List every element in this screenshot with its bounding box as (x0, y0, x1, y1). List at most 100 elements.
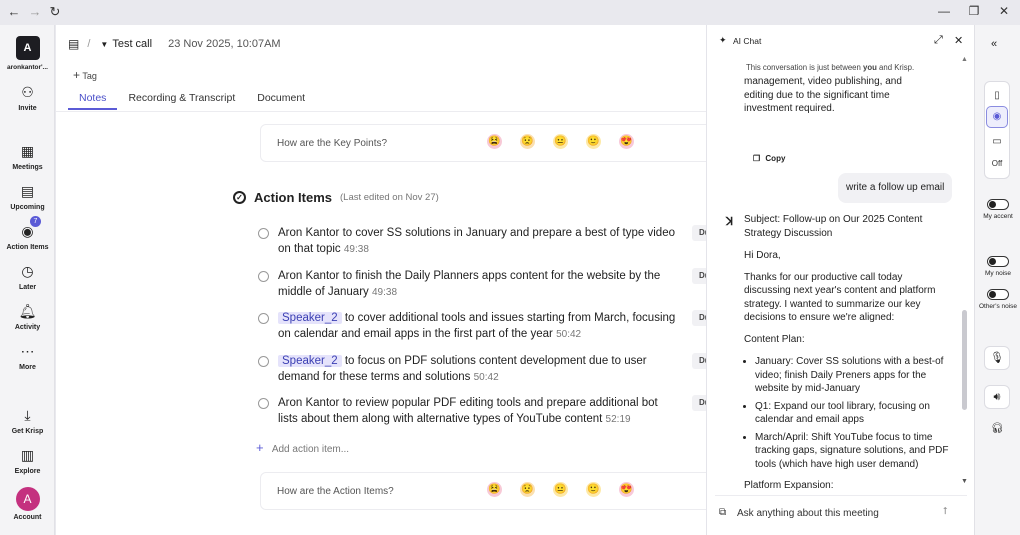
ai-chat-panel: ✦ AI Chat ⤢ ✕ management, video publishi… (706, 25, 974, 535)
meetings-list-icon[interactable]: ▤ (68, 37, 79, 51)
due-date-button[interactable]: Du (692, 268, 706, 284)
due-date-button[interactable]: Du (692, 310, 706, 326)
rating-good-emoji-icon[interactable]: 🙂 (586, 482, 601, 497)
copy-label: Copy (765, 154, 786, 163)
my-noise-toggle[interactable]: My noise (975, 256, 1020, 278)
rating-good-emoji-icon[interactable]: 🙂 (586, 134, 601, 149)
scroll-down-icon[interactable]: ▼ (961, 478, 968, 485)
toggle-switch[interactable] (987, 256, 1009, 267)
rating-bad-emoji-icon[interactable]: 😟 (520, 482, 535, 497)
timestamp[interactable]: 52:19 (606, 414, 631, 425)
rating-love-emoji-icon[interactable]: 😍 (619, 482, 634, 497)
meeting-title[interactable]: Test call (112, 38, 152, 50)
avatar: A (15, 487, 40, 511)
check-circle-icon: ◉ (21, 223, 34, 239)
video-icon[interactable]: ▭ (985, 136, 1009, 147)
minimize-icon[interactable]: — (936, 4, 952, 18)
notes-icon[interactable]: ▯ (985, 90, 1009, 101)
toggle-label: My accent (983, 213, 1013, 220)
sidebar-item-label: More (19, 364, 36, 371)
toggle-knob (989, 258, 996, 265)
copy-button[interactable]: ❐ Copy (753, 154, 785, 163)
tab-notes[interactable]: Notes (68, 90, 118, 110)
speaker-tag[interactable]: Speaker_2 (278, 312, 342, 324)
rating-very-bad-emoji-icon[interactable]: 😫 (487, 134, 502, 149)
back-arrow-icon[interactable]: ← (6, 4, 22, 19)
rating-neutral-emoji-icon[interactable]: 😐 (553, 134, 568, 149)
sidebar-item-get-krisp[interactable]: ⤓ Get Krisp (0, 406, 55, 435)
chat-scrollbar[interactable]: ▲ ▼ (960, 55, 969, 495)
toggle-switch[interactable] (987, 199, 1009, 210)
forward-arrow-icon[interactable]: → (27, 4, 43, 19)
due-date-button[interactable]: Du (692, 225, 706, 241)
due-date-button[interactable]: Du (692, 353, 706, 369)
action-item-checkbox[interactable] (258, 228, 269, 239)
off-label[interactable]: Off (985, 159, 1009, 168)
collapse-panel-icon[interactable]: « (991, 38, 997, 50)
add-action-item-button[interactable]: + Add action item... (256, 440, 349, 455)
sidebar-item-action-items[interactable]: ◉ 7 Action Items (0, 216, 55, 251)
rating-love-emoji-icon[interactable]: 😍 (619, 134, 634, 149)
rating-neutral-emoji-icon[interactable]: 😐 (553, 482, 568, 497)
tag-label: Tag (82, 71, 97, 81)
action-item-checkbox[interactable] (258, 271, 269, 282)
expand-icon[interactable]: ⤢ (934, 34, 943, 47)
due-date-button[interactable]: Du (692, 395, 706, 411)
restore-icon[interactable]: ❐ (966, 4, 982, 18)
action-item-text[interactable]: Aron Kantor to review popular PDF editin… (278, 395, 676, 428)
privacy-notice: This conversation is just between you an… (744, 63, 917, 72)
action-item-text[interactable]: Aron Kantor to cover SS solutions in Jan… (278, 225, 676, 258)
account-switcher[interactable]: A aronkantor'... (0, 36, 55, 71)
action-item-text[interactable]: Speaker_2 to cover additional tools and … (278, 310, 676, 343)
sidebar-item-invite[interactable]: ⚇ Invite (0, 83, 55, 112)
rating-bad-emoji-icon[interactable]: 😟 (520, 134, 535, 149)
chat-messages[interactable]: management, video publishing, and editin… (707, 55, 967, 495)
action-item-checkbox[interactable] (258, 313, 269, 324)
sidebar-item-activity[interactable]: 🔔︎ Activity (0, 302, 55, 331)
others-noise-toggle[interactable]: Other's noise (975, 289, 1020, 311)
last-edited-note: (Last edited on Nov 27) (340, 192, 439, 203)
email-body: Thanks for our productive call today dis… (744, 271, 936, 324)
sidebar-item-meetings[interactable]: ▦ Meetings (0, 142, 55, 171)
microphone-button[interactable]: 🎙︎ (984, 346, 1010, 370)
my-accent-toggle[interactable]: My accent (975, 199, 1020, 221)
scrollbar-thumb[interactable] (962, 310, 967, 410)
sidebar-item-upcoming[interactable]: ▤ Upcoming (0, 182, 55, 211)
add-tag-button[interactable]: + Tag (73, 68, 97, 82)
rating-very-bad-emoji-icon[interactable]: 😫 (487, 482, 502, 497)
timestamp[interactable]: 50:42 (474, 372, 499, 383)
action-item-text[interactable]: Speaker_2 to focus on PDF solutions cont… (278, 353, 676, 386)
headphones-icon[interactable]: 🎧︎ (991, 423, 1004, 434)
sidebar-item-account[interactable]: A Account (0, 487, 55, 521)
action-item-checkbox[interactable] (258, 398, 269, 409)
sidebar-item-later[interactable]: ◷ Later (0, 262, 55, 291)
close-icon[interactable]: ✕ (996, 4, 1012, 18)
timestamp[interactable]: 49:38 (344, 244, 369, 255)
action-items-feedback: How are the Action Items? 😫 😟 😐 🙂 😍 (260, 472, 706, 510)
add-action-item-label: Add action item... (271, 444, 350, 455)
send-icon[interactable]: ⭡ (943, 506, 948, 517)
record-audio-icon[interactable]: ◉ (986, 106, 1008, 128)
close-icon[interactable]: ✕ (954, 34, 963, 47)
reload-icon[interactable]: ↻ (47, 4, 63, 20)
scroll-up-icon[interactable]: ▲ (961, 56, 968, 63)
invite-user-icon: ⚇ (21, 84, 34, 100)
speaker-button[interactable]: 🔊︎ (984, 385, 1010, 409)
tab-recording-transcript[interactable]: Recording & Transcript (117, 90, 246, 110)
timestamp[interactable]: 50:42 (556, 329, 581, 340)
ai-chat-title: AI Chat (733, 36, 762, 46)
action-item-text[interactable]: Aron Kantor to finish the Daily Planners… (278, 268, 676, 301)
sidebar-item-explore[interactable]: ▥ Explore (0, 446, 55, 475)
caret-down-icon[interactable]: ▼ (100, 40, 108, 49)
attach-icon[interactable]: ⧉ (719, 507, 726, 518)
ai-chat-header: ✦ AI Chat ⤢ ✕ (707, 25, 974, 55)
chat-input[interactable]: Ask anything about this meeting (737, 508, 879, 519)
user-message: write a follow up email (838, 173, 952, 203)
sidebar-item-more[interactable]: ⋯ More (0, 342, 55, 371)
speaker-tag[interactable]: Speaker_2 (278, 355, 342, 367)
toggle-switch[interactable] (987, 289, 1009, 300)
chat-input-bar: ⧉ Ask anything about this meeting ⭡ (715, 495, 967, 529)
tab-document[interactable]: Document (246, 90, 316, 110)
action-item-checkbox[interactable] (258, 356, 269, 367)
timestamp[interactable]: 49:38 (372, 287, 397, 298)
